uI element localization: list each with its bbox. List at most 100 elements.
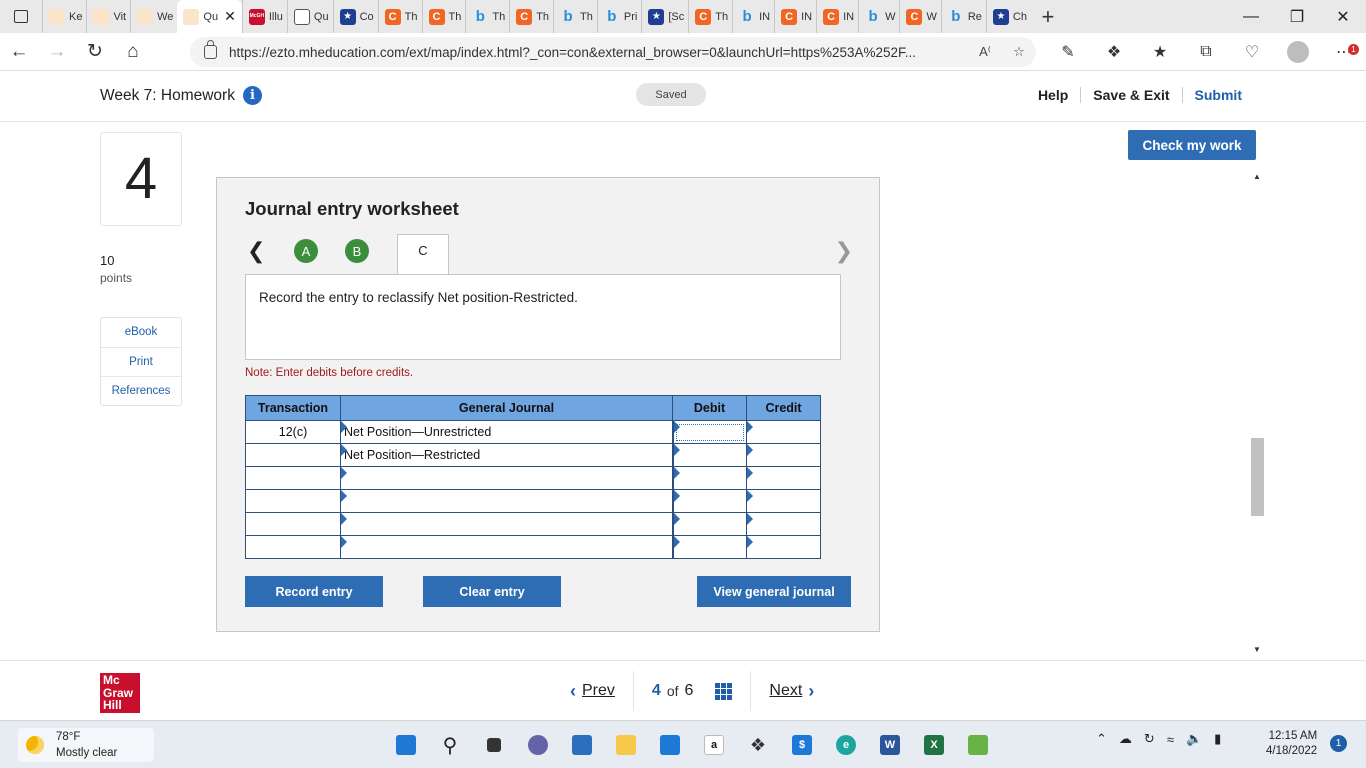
- search-icon[interactable]: ⚲: [428, 729, 472, 761]
- debit-cell[interactable]: [672, 443, 747, 467]
- step-c-tab[interactable]: C: [397, 234, 449, 275]
- browser-tab[interactable]: McGH Illu: [241, 0, 287, 33]
- transaction-cell[interactable]: [245, 443, 341, 467]
- browser-tab[interactable]: bW: [858, 0, 899, 33]
- credit-cell[interactable]: [746, 535, 821, 559]
- weather-widget[interactable]: 78°F Mostly clear: [18, 728, 154, 762]
- scroll-down-arrow[interactable]: ▼: [1253, 645, 1261, 654]
- debit-cell[interactable]: [672, 535, 747, 559]
- account-cell[interactable]: Net Position—Restricted: [340, 443, 674, 467]
- check-my-work-button[interactable]: Check my work: [1128, 130, 1256, 160]
- worksheet-next-arrow[interactable]: ❯: [835, 238, 853, 264]
- new-tab-button[interactable]: +: [1031, 4, 1065, 30]
- account-cell[interactable]: [340, 489, 674, 513]
- collections-icon[interactable]: ⧉: [1183, 43, 1229, 61]
- browser-tab[interactable]: We: [130, 0, 177, 33]
- browser-tab[interactable]: Vit: [86, 0, 130, 33]
- next-button[interactable]: Next ›: [750, 671, 838, 711]
- mail-icon[interactable]: [648, 729, 692, 761]
- pen-icon[interactable]: ✎: [1045, 42, 1091, 62]
- credit-cell[interactable]: [746, 443, 821, 467]
- record-entry-button[interactable]: Record entry: [245, 576, 383, 607]
- network-app-icon[interactable]: [956, 729, 1000, 761]
- browser-tab[interactable]: b Th: [465, 0, 509, 33]
- credit-cell[interactable]: [746, 466, 821, 490]
- credit-cell[interactable]: [746, 420, 821, 444]
- back-button[interactable]: ←: [0, 33, 38, 71]
- credit-cell[interactable]: [746, 512, 821, 536]
- step-b-button[interactable]: B: [345, 239, 369, 263]
- excel-icon[interactable]: X: [912, 729, 956, 761]
- browser-tab[interactable]: Th: [688, 0, 732, 33]
- profile-avatar[interactable]: [1287, 41, 1309, 63]
- restore-button[interactable]: ❐: [1274, 0, 1320, 33]
- submit-link[interactable]: Submit: [1181, 87, 1254, 103]
- browser-tab[interactable]: IN: [774, 0, 816, 33]
- account-cell[interactable]: [340, 512, 674, 536]
- read-aloud-icon[interactable]: A⁽: [968, 44, 1002, 60]
- help-link[interactable]: Help: [1026, 87, 1080, 103]
- transaction-cell[interactable]: [245, 466, 341, 490]
- ebook-link[interactable]: eBook: [101, 318, 181, 347]
- close-window-button[interactable]: ✕: [1320, 0, 1366, 33]
- prev-button[interactable]: ‹ Prev: [546, 671, 633, 711]
- browser-tab[interactable]: [Sc: [641, 0, 688, 33]
- home-button[interactable]: ⌂: [114, 33, 152, 71]
- account-cell[interactable]: Net Position—Unrestricted: [340, 420, 674, 444]
- page-indicator[interactable]: 4 of 6: [632, 671, 751, 711]
- debit-cell[interactable]: [672, 512, 747, 536]
- battery-icon[interactable]: ▮: [1214, 731, 1221, 747]
- save-exit-link[interactable]: Save & Exit: [1080, 87, 1181, 103]
- wifi-icon[interactable]: ≈: [1167, 732, 1174, 747]
- clock[interactable]: 12:15 AM 4/18/2022: [1266, 729, 1317, 759]
- browser-tab[interactable]: IN: [816, 0, 858, 33]
- page-scrollbar[interactable]: ▲ ▼: [1249, 170, 1266, 656]
- sync-icon[interactable]: ↻: [1144, 731, 1155, 747]
- windows-start-icon[interactable]: [384, 729, 428, 761]
- word-icon[interactable]: W: [868, 729, 912, 761]
- browser-tab[interactable]: b Pri: [596, 0, 641, 33]
- transaction-cell[interactable]: [245, 489, 341, 513]
- edge-icon[interactable]: e: [824, 729, 868, 761]
- credit-cell[interactable]: [746, 489, 821, 513]
- debit-cell[interactable]: [672, 489, 747, 513]
- browser-tab[interactable]: Th: [421, 0, 466, 33]
- tray-chevron-icon[interactable]: ⌃: [1096, 731, 1107, 747]
- account-cell[interactable]: [340, 466, 674, 490]
- notification-count[interactable]: 1: [1330, 735, 1347, 752]
- browser-tab[interactable]: Qu: [286, 0, 333, 33]
- favorites-icon[interactable]: ★: [1137, 42, 1183, 62]
- extensions-icon[interactable]: ❖: [1091, 42, 1137, 62]
- file-explorer-icon[interactable]: [604, 729, 648, 761]
- task-view-icon[interactable]: [472, 729, 516, 761]
- browser-tab[interactable]: Ke: [42, 0, 86, 33]
- debit-cell[interactable]: [672, 466, 747, 490]
- browser-tab[interactable]: b IN: [732, 0, 774, 33]
- account-cell[interactable]: [340, 535, 674, 559]
- teams-chat-icon[interactable]: [516, 729, 560, 761]
- onedrive-icon[interactable]: ☁: [1119, 731, 1132, 747]
- transaction-cell[interactable]: [245, 512, 341, 536]
- view-general-journal-button[interactable]: View general journal: [697, 576, 851, 607]
- browser-tab[interactable]: Ch: [985, 0, 1031, 33]
- browser-tab[interactable]: W: [899, 0, 940, 33]
- transaction-cell[interactable]: 12(c): [245, 420, 341, 444]
- worksheet-prev-arrow[interactable]: ❮: [247, 238, 265, 264]
- settings-more-button[interactable]: ⋯ 1: [1321, 42, 1366, 62]
- grid-icon[interactable]: [715, 682, 733, 700]
- minimize-button[interactable]: —: [1228, 0, 1274, 33]
- amazon-icon[interactable]: a: [692, 729, 736, 761]
- refresh-button[interactable]: ↻: [76, 33, 114, 71]
- forward-button[interactable]: →: [38, 33, 76, 71]
- debit-cell[interactable]: [672, 420, 747, 444]
- browser-tab[interactable]: Qu ✕: [177, 0, 242, 33]
- browser-tab[interactable]: Th: [377, 0, 422, 33]
- scroll-thumb[interactable]: [1251, 438, 1264, 516]
- print-link[interactable]: Print: [101, 347, 181, 376]
- browser-tab[interactable]: b Re: [940, 0, 986, 33]
- dropbox-icon[interactable]: ❖: [736, 729, 780, 761]
- info-icon[interactable]: i: [242, 86, 262, 105]
- browser-tab[interactable]: b Th: [553, 0, 597, 33]
- url-field[interactable]: https://ezto.mheducation.com/ext/map/ind…: [190, 37, 1036, 67]
- browser-tab[interactable]: Th: [509, 0, 553, 33]
